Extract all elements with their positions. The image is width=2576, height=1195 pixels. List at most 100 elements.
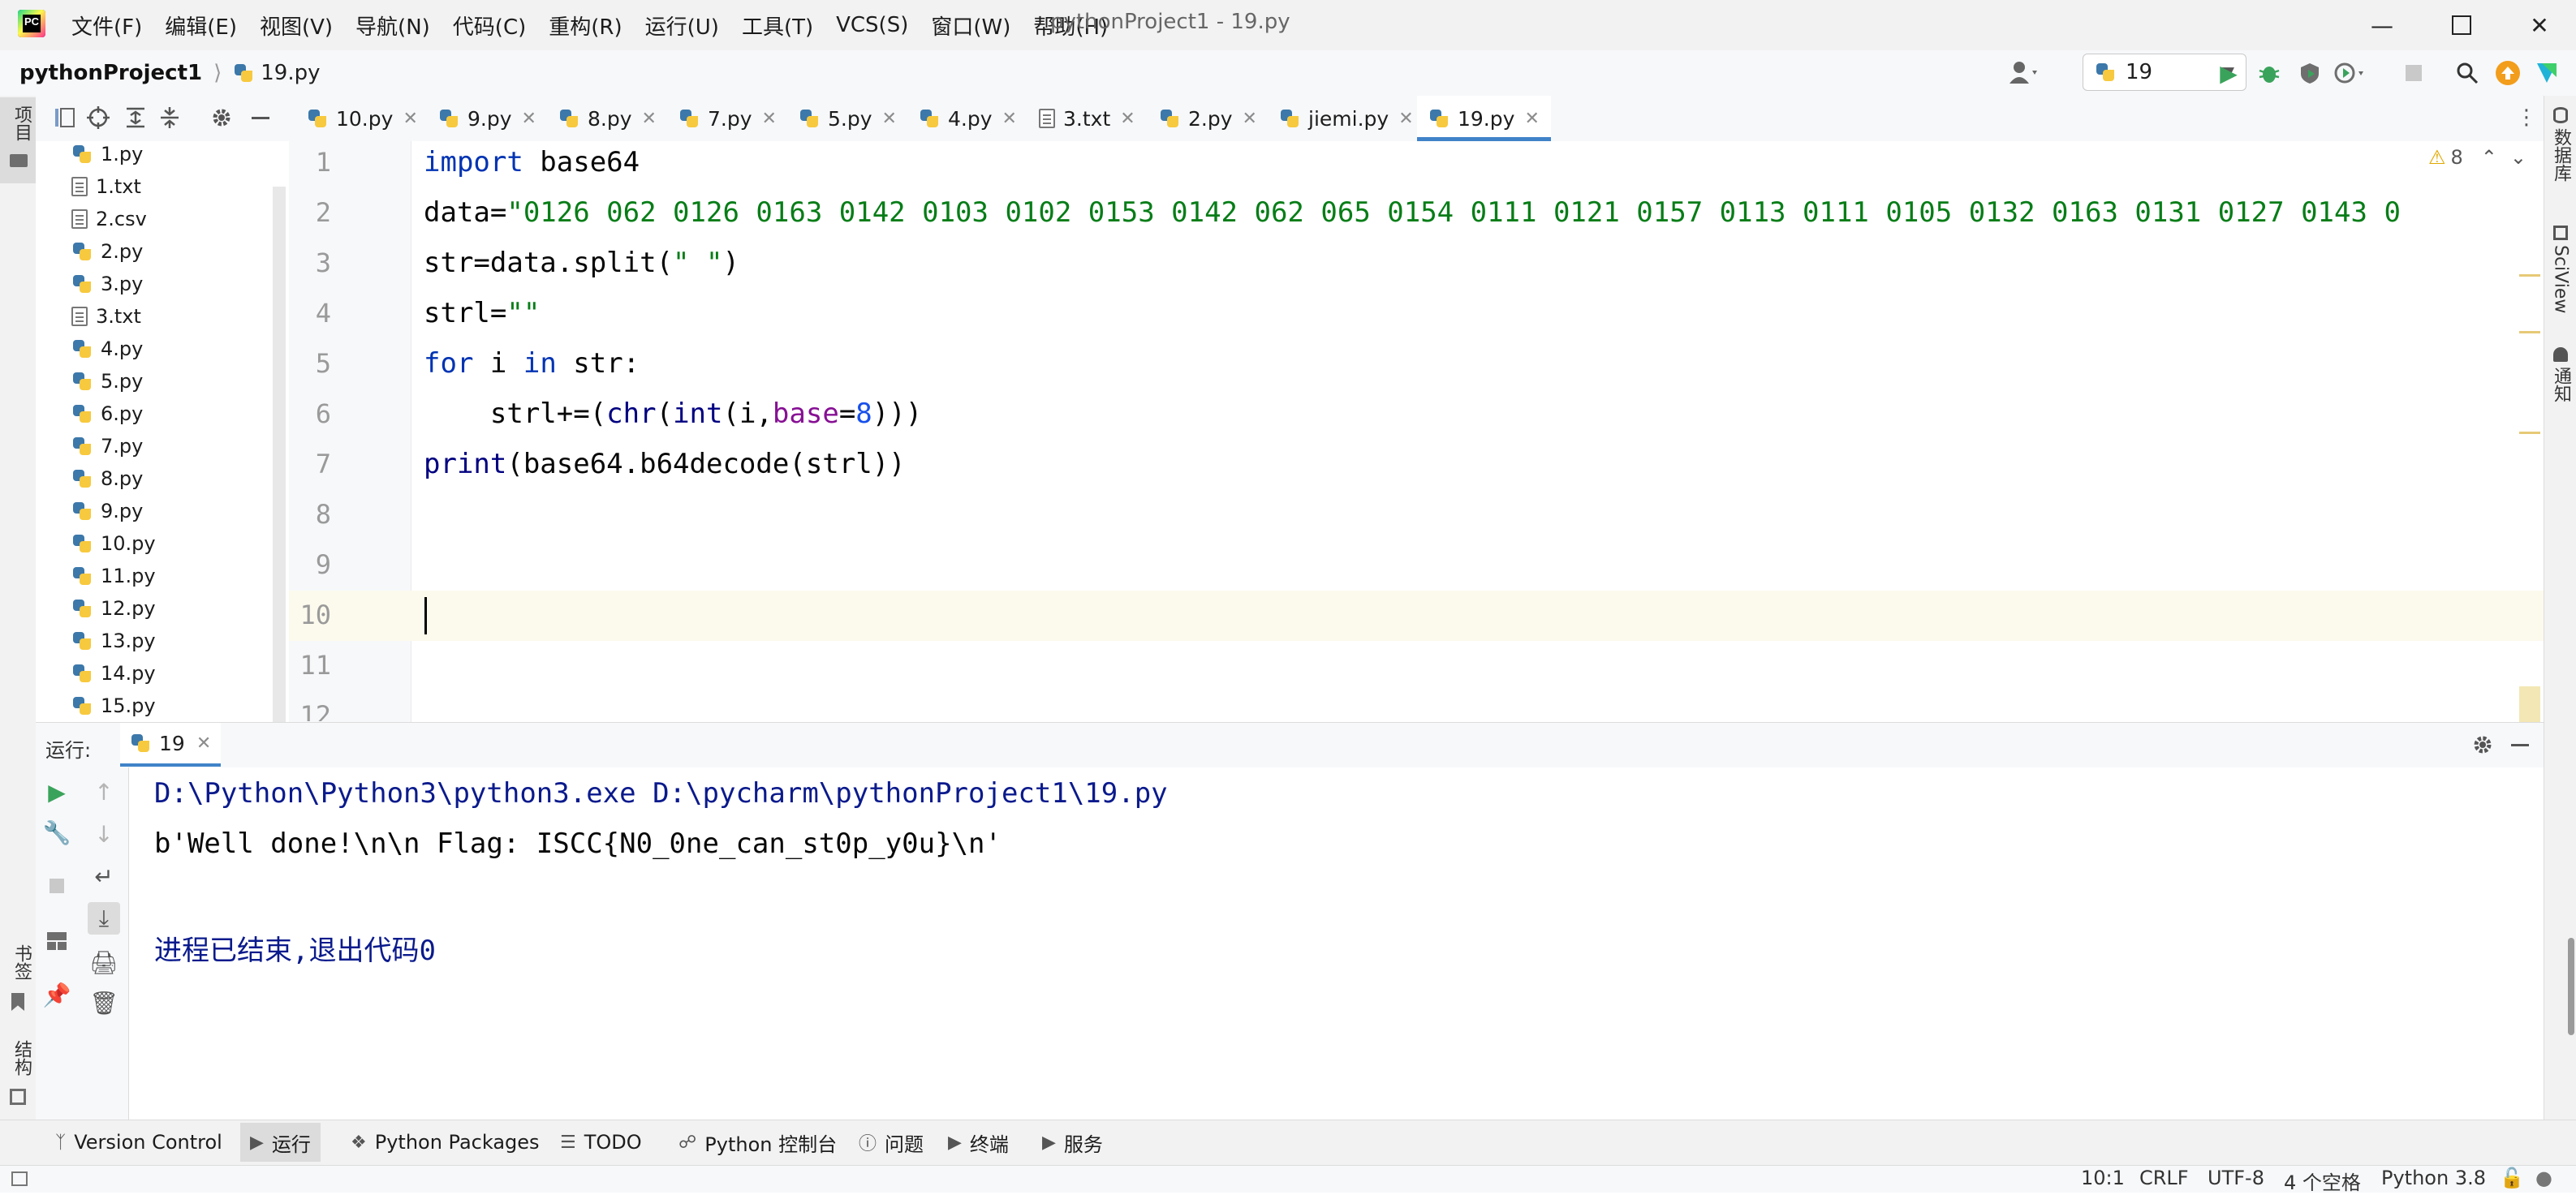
close-tab-icon[interactable]: ✕ bbox=[1002, 109, 1017, 129]
close-tab-icon[interactable]: ✕ bbox=[762, 109, 777, 129]
restore-layout-button[interactable] bbox=[41, 925, 73, 957]
modify-run-configuration-button[interactable]: 🔧 bbox=[41, 816, 73, 849]
updates-button[interactable] bbox=[2492, 57, 2524, 89]
close-window-button[interactable]: ✕ bbox=[2511, 6, 2568, 44]
tool-python-console[interactable]: ☍ Python 控制台 bbox=[678, 1123, 837, 1162]
menu-navigate[interactable]: 导航(N) bbox=[355, 11, 430, 41]
menu-file[interactable]: 文件(F) bbox=[71, 11, 142, 41]
tree-file-item[interactable]: 10.py bbox=[71, 527, 156, 560]
run-tab-19[interactable]: 19 ✕ bbox=[120, 723, 222, 767]
tool-terminal[interactable]: ▶ 终端 bbox=[948, 1123, 1009, 1162]
warning-stripe[interactable] bbox=[2519, 432, 2540, 434]
close-tab-icon[interactable]: ✕ bbox=[642, 109, 657, 129]
close-tab-icon[interactable]: ✕ bbox=[522, 109, 536, 129]
menu-run[interactable]: 运行(U) bbox=[645, 11, 719, 41]
tree-file-item[interactable]: 6.py bbox=[71, 398, 143, 430]
python-interpreter[interactable]: Python 3.8 bbox=[2381, 1167, 2486, 1189]
soft-wrap-button[interactable]: ↵ bbox=[88, 860, 120, 892]
structure-tool-button[interactable]: 结构 bbox=[0, 1035, 36, 1116]
tool-version-control[interactable]: ᛉ Version Control bbox=[55, 1123, 222, 1162]
close-tab-icon[interactable]: ✕ bbox=[1243, 109, 1257, 129]
tree-file-item[interactable]: 2.csv bbox=[71, 203, 147, 235]
expand-all-button[interactable] bbox=[123, 105, 148, 130]
menu-tools[interactable]: 工具(T) bbox=[742, 11, 813, 41]
tool-todo[interactable]: ☰ TODO bbox=[560, 1123, 642, 1162]
chevron-down-icon[interactable]: ⌄ bbox=[2510, 146, 2526, 169]
tree-file-item[interactable]: 11.py bbox=[71, 560, 156, 592]
project-tree-scrollbar[interactable] bbox=[273, 187, 286, 722]
hide-run-panel-button[interactable] bbox=[2508, 733, 2532, 757]
tool-services[interactable]: ▶ 服务 bbox=[1042, 1123, 1103, 1162]
breadcrumb-project[interactable]: pythonProject1 bbox=[19, 61, 202, 85]
scroll-to-end-button[interactable]: ⤓ bbox=[88, 902, 120, 935]
user-account-icon[interactable] bbox=[2008, 57, 2040, 89]
tab-7-py[interactable]: 7.py ✕ bbox=[678, 96, 777, 141]
profile-button[interactable] bbox=[2334, 57, 2367, 89]
stop-button[interactable] bbox=[2397, 57, 2430, 89]
locate-file-button[interactable] bbox=[86, 105, 110, 130]
breadcrumb-file[interactable]: 19.py bbox=[261, 61, 320, 85]
menu-edit[interactable]: 编辑(E) bbox=[165, 11, 237, 41]
close-tab-icon[interactable]: ✕ bbox=[1120, 109, 1135, 129]
tab-9-py[interactable]: 9.py ✕ bbox=[438, 96, 536, 141]
memory-icon[interactable]: ● bbox=[2535, 1167, 2552, 1189]
notifications-tool-button[interactable]: 通知 bbox=[2547, 347, 2574, 428]
tab-5-py[interactable]: 5.py ✕ bbox=[799, 96, 897, 141]
tree-file-item[interactable]: 13.py bbox=[71, 625, 156, 657]
tree-file-item[interactable]: 4.py bbox=[71, 333, 143, 365]
tree-file-item[interactable]: 9.py bbox=[71, 495, 143, 527]
inspection-widget[interactable]: ⚠ 8 ⌃ ⌄ bbox=[2428, 146, 2526, 169]
tool-run[interactable]: ▶ 运行 bbox=[240, 1123, 321, 1162]
project-options-button[interactable] bbox=[209, 105, 234, 130]
tree-file-item[interactable]: 7.py bbox=[71, 430, 143, 462]
rerun-button[interactable]: ▶ bbox=[41, 776, 73, 808]
sciview-tool-button[interactable]: SciView bbox=[2547, 226, 2574, 331]
tree-file-item[interactable]: 2.py bbox=[71, 235, 143, 268]
maximize-button[interactable] bbox=[2433, 6, 2490, 44]
close-tab-icon[interactable]: ✕ bbox=[882, 109, 897, 129]
menu-view[interactable]: 视图(V) bbox=[260, 11, 333, 41]
tree-file-item[interactable]: 3.py bbox=[71, 268, 143, 300]
minimize-button[interactable]: — bbox=[2354, 6, 2410, 44]
tree-file-item[interactable]: 15.py bbox=[71, 690, 156, 722]
tree-file-item[interactable]: 1.txt bbox=[71, 170, 141, 203]
tab-8-py[interactable]: 8.py ✕ bbox=[558, 96, 657, 141]
menu-window[interactable]: 窗口(W) bbox=[931, 11, 1010, 41]
plugin-logo-icon[interactable] bbox=[2531, 57, 2563, 89]
bookmarks-tool-button[interactable]: 书签 bbox=[0, 939, 36, 1021]
editor-scrollbar[interactable] bbox=[2519, 686, 2540, 722]
previous-occurrence-button[interactable]: ↑ bbox=[88, 776, 120, 808]
search-button[interactable] bbox=[2451, 57, 2483, 89]
line-separator[interactable]: CRLF bbox=[2139, 1167, 2189, 1189]
select-opened-file-button[interactable] bbox=[54, 105, 78, 130]
tab-10-py[interactable]: 10.py ✕ bbox=[307, 96, 418, 141]
warning-stripe[interactable] bbox=[2519, 274, 2540, 277]
warning-stripe[interactable] bbox=[2519, 331, 2540, 333]
tab-3-txt[interactable]: 3.txt ✕ bbox=[1039, 96, 1135, 141]
console-output[interactable] bbox=[129, 767, 2544, 1120]
collapse-all-button[interactable] bbox=[157, 105, 182, 130]
menu-refactor[interactable]: 重构(R) bbox=[549, 11, 622, 41]
run-button[interactable]: ▶ bbox=[2212, 57, 2245, 89]
hide-panel-button[interactable] bbox=[248, 105, 273, 130]
tab-4-py[interactable]: 4.py ✕ bbox=[919, 96, 1017, 141]
clear-all-button[interactable]: 🗑 bbox=[88, 987, 120, 1019]
tool-problems[interactable]: ⓘ 问题 bbox=[859, 1123, 924, 1162]
menu-vcs[interactable]: VCS(S) bbox=[836, 13, 908, 37]
tree-file-item[interactable]: 3.txt bbox=[71, 300, 141, 333]
close-tab-icon[interactable]: ✕ bbox=[403, 109, 417, 129]
caret-position[interactable]: 10:1 bbox=[2081, 1167, 2125, 1189]
close-tab-icon[interactable]: ✕ bbox=[196, 733, 211, 754]
stop-process-button[interactable] bbox=[41, 870, 73, 902]
indent-setting[interactable]: 4 个空格 bbox=[2284, 1167, 2361, 1195]
toggle-tool-windows-icon[interactable] bbox=[11, 1171, 28, 1186]
database-tool-button[interactable]: 数据库 bbox=[2547, 107, 2574, 204]
file-encoding[interactable]: UTF-8 bbox=[2208, 1167, 2264, 1189]
run-panel-options-button[interactable] bbox=[2470, 733, 2495, 757]
close-tab-icon[interactable]: ✕ bbox=[1398, 109, 1413, 129]
more-tabs-icon[interactable]: ⋮ bbox=[2514, 105, 2539, 131]
tree-file-item[interactable]: 14.py bbox=[71, 657, 156, 690]
debug-button[interactable] bbox=[2253, 57, 2285, 89]
close-tab-icon[interactable]: ✕ bbox=[1524, 109, 1539, 129]
tab-19-py[interactable]: 19.py ✕ bbox=[1417, 96, 1551, 141]
